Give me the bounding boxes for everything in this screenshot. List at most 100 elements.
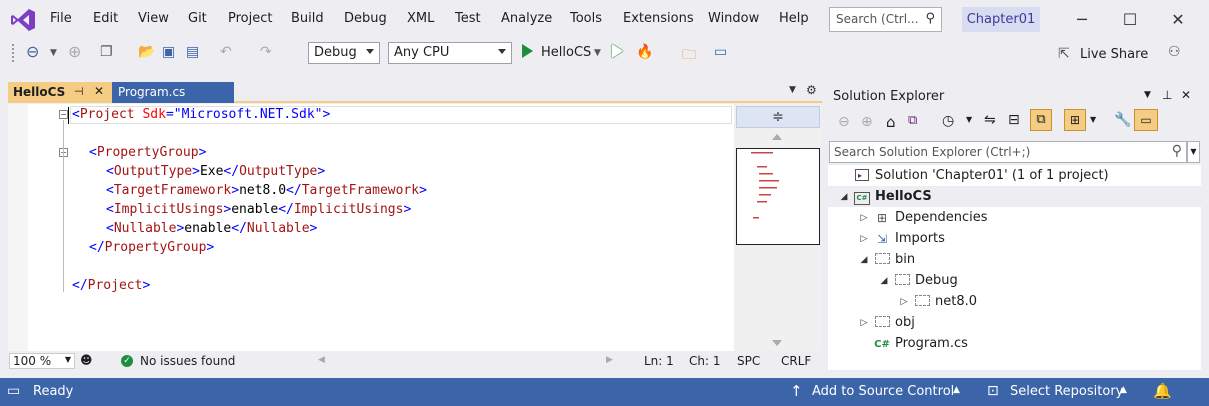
- menu-item-help[interactable]: Help: [779, 11, 809, 26]
- line-number[interactable]: Ln: 1: [644, 354, 674, 368]
- back-icon[interactable]: ⊖: [838, 114, 850, 130]
- expanded-arrow-icon[interactable]: ◢: [858, 255, 870, 265]
- search-input[interactable]: Search (Ctrl... ⚲: [829, 7, 942, 32]
- solution-name-badge[interactable]: Chapter01: [962, 7, 1040, 32]
- expanded-arrow-icon[interactable]: ◢: [838, 192, 850, 202]
- search-options-dropdown[interactable]: ▼: [1187, 141, 1200, 163]
- editor-settings-gear-icon[interactable]: ⚙: [806, 83, 817, 97]
- pin-icon[interactable]: ⊥: [1162, 88, 1172, 102]
- home-icon[interactable]: ⌂: [886, 113, 896, 131]
- navigate-back-icon[interactable]: ⊖: [26, 42, 39, 61]
- toolbar-grip[interactable]: [12, 44, 16, 62]
- whitespace-mode[interactable]: SPC: [737, 354, 760, 368]
- start-target-label[interactable]: HelloCS: [541, 45, 591, 60]
- close-panel-icon[interactable]: ✕: [1181, 88, 1191, 102]
- tree-item[interactable]: ▷ net8.0: [828, 291, 1201, 312]
- tree-item[interactable]: ◢ bin: [828, 249, 1201, 270]
- tree-item[interactable]: ▸ Solution 'Chapter01' (1 of 1 project): [828, 165, 1201, 186]
- maximize-button[interactable]: ☐: [1118, 8, 1142, 32]
- menu-item-project[interactable]: Project: [228, 11, 272, 26]
- redo-icon[interactable]: ↷: [260, 44, 272, 60]
- scroll-up-icon[interactable]: [772, 134, 782, 140]
- tree-item[interactable]: ◢ Debug: [828, 270, 1201, 291]
- window-layout-icon[interactable]: ▭: [714, 44, 727, 60]
- zoom-dropdown[interactable]: 100 % ▼: [9, 353, 75, 369]
- tab-hellocs[interactable]: HelloCS ⊣ ✕: [8, 82, 112, 103]
- tree-item[interactable]: ▷ ⊞ Dependencies: [828, 207, 1201, 228]
- collapsed-arrow-icon[interactable]: ▷: [858, 234, 870, 244]
- tree-item[interactable]: ▷ ⇲ Imports: [828, 228, 1201, 249]
- open-file-icon[interactable]: 📂: [138, 44, 155, 60]
- collapse-all-icon[interactable]: ⊟: [1008, 112, 1020, 128]
- copilot-icon[interactable]: ☻: [80, 353, 93, 367]
- output-window-icon[interactable]: ▭: [7, 383, 20, 399]
- chevron-up-icon[interactable]: ▲: [953, 385, 960, 395]
- live-share-icon[interactable]: ⇱: [1058, 46, 1070, 62]
- preview-selected-items-icon[interactable]: ⊞: [1064, 109, 1086, 131]
- properties-wrench-icon[interactable]: 🔧: [1114, 112, 1131, 128]
- tab-program-cs[interactable]: Program.cs: [112, 82, 234, 103]
- pending-changes-filter-icon[interactable]: ◷: [942, 113, 954, 129]
- collapsed-arrow-icon[interactable]: ▷: [858, 318, 870, 328]
- menu-item-git[interactable]: Git: [188, 11, 207, 26]
- chevron-up-icon[interactable]: ▲: [1120, 385, 1127, 395]
- menu-item-build[interactable]: Build: [291, 11, 324, 26]
- navigate-forward-icon[interactable]: ⊕: [68, 42, 81, 61]
- select-repository-button[interactable]: Select Repository: [1010, 384, 1123, 399]
- chevron-down-icon[interactable]: ▼: [966, 115, 972, 124]
- expanded-arrow-icon[interactable]: ◢: [878, 276, 890, 286]
- menu-item-tools[interactable]: Tools: [570, 11, 602, 26]
- start-without-debugging-icon[interactable]: [612, 44, 623, 58]
- find-in-files-icon[interactable]: 🗀: [682, 44, 696, 68]
- start-debugging-icon[interactable]: [522, 44, 533, 58]
- live-share-button[interactable]: Live Share: [1080, 47, 1148, 62]
- new-project-icon[interactable]: ❐: [100, 44, 113, 60]
- menu-item-file[interactable]: File: [50, 11, 72, 26]
- tree-item[interactable]: ◢ C# HelloCS: [828, 186, 1201, 207]
- menu-item-test[interactable]: Test: [455, 11, 481, 26]
- undo-icon[interactable]: ↶: [220, 44, 232, 60]
- configuration-dropdown[interactable]: Debug: [308, 42, 380, 64]
- tab-list-dropdown-icon[interactable]: ▼: [789, 85, 796, 95]
- minimap-viewport[interactable]: [736, 148, 820, 245]
- scroll-down-icon[interactable]: [772, 340, 782, 346]
- close-window-button[interactable]: ✕: [1166, 8, 1190, 32]
- menu-item-view[interactable]: View: [138, 11, 169, 26]
- menu-item-debug[interactable]: Debug: [344, 11, 387, 26]
- menu-item-window[interactable]: Window: [708, 11, 759, 26]
- chevron-down-icon[interactable]: ▼: [1090, 115, 1096, 124]
- solution-search-input[interactable]: Search Solution Explorer (Ctrl+;) ⚲: [829, 141, 1187, 163]
- add-to-source-control-button[interactable]: Add to Source Control: [812, 384, 954, 399]
- feedback-icon[interactable]: ⚇: [1168, 44, 1181, 60]
- sync-with-document-icon[interactable]: ⇋: [984, 112, 996, 128]
- pin-icon[interactable]: ⊣: [74, 85, 84, 98]
- start-dropdown-icon[interactable]: ▼: [594, 48, 601, 58]
- forward-icon[interactable]: ⊕: [861, 114, 873, 130]
- split-editor-icon[interactable]: ≑: [736, 106, 820, 128]
- panel-menu-icon[interactable]: ▼: [1144, 90, 1151, 100]
- show-all-files-icon[interactable]: ⧉: [1030, 109, 1052, 131]
- column-number[interactable]: Ch: 1: [689, 354, 720, 368]
- save-icon[interactable]: ▣: [162, 44, 175, 60]
- menu-item-extensions[interactable]: Extensions: [623, 11, 694, 26]
- scroll-right-icon[interactable]: ▶: [606, 355, 613, 365]
- save-all-icon[interactable]: ▤: [186, 44, 199, 60]
- line-ending[interactable]: CRLF: [781, 354, 811, 368]
- close-tab-icon[interactable]: ✕: [94, 84, 104, 98]
- back-dropdown-icon[interactable]: ▼: [50, 48, 57, 58]
- menu-item-analyze[interactable]: Analyze: [501, 11, 552, 26]
- menu-item-edit[interactable]: Edit: [93, 11, 118, 26]
- preview-pane-icon[interactable]: ▭: [1134, 109, 1158, 131]
- collapsed-arrow-icon[interactable]: ▷: [858, 213, 870, 223]
- minimize-button[interactable]: ─: [1070, 8, 1094, 32]
- tree-item[interactable]: C# Program.cs: [828, 333, 1201, 354]
- menu-item-xml[interactable]: XML: [407, 11, 434, 26]
- switch-views-icon[interactable]: ⧉: [908, 113, 917, 128]
- issues-status[interactable]: No issues found: [140, 354, 235, 368]
- fold-collapse-icon[interactable]: −: [59, 110, 68, 119]
- collapsed-arrow-icon[interactable]: ▷: [898, 297, 910, 307]
- tree-item[interactable]: ▷ obj: [828, 312, 1201, 333]
- scroll-left-icon[interactable]: ◀: [318, 355, 325, 365]
- notifications-bell-icon[interactable]: 🔔: [1153, 382, 1172, 400]
- hot-reload-icon[interactable]: 🔥: [636, 44, 653, 60]
